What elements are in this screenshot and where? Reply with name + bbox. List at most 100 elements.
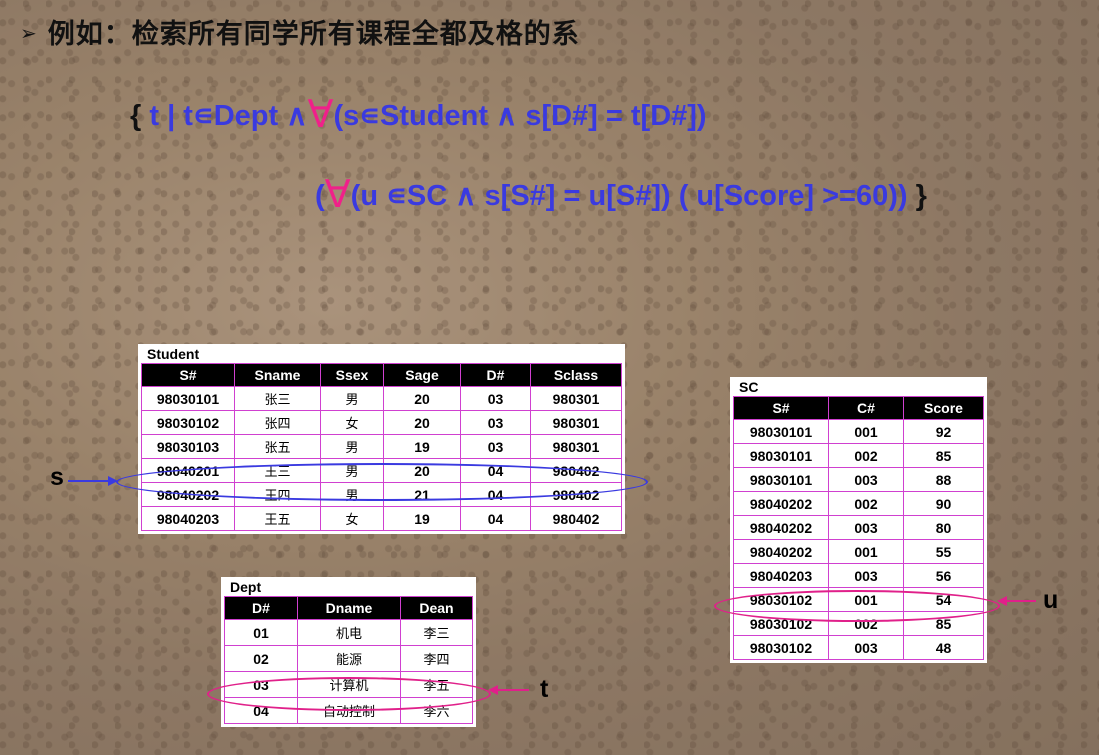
table-cell: 98040202 bbox=[733, 491, 829, 516]
table-cell: 98040202 bbox=[733, 539, 829, 564]
table-cell: 02 bbox=[224, 645, 298, 672]
table-cell: 张四 bbox=[234, 410, 321, 435]
s-label: s bbox=[50, 463, 64, 491]
table-cell: 003 bbox=[828, 563, 904, 588]
table-cell: 男 bbox=[320, 386, 384, 411]
table-cell: 48 bbox=[903, 635, 984, 660]
table-cell: 20 bbox=[383, 386, 461, 411]
table-cell: 980402 bbox=[530, 506, 622, 531]
table-row: 98030101 002 85 bbox=[733, 443, 984, 468]
table-cell: 19 bbox=[383, 506, 461, 531]
table-row: 98030103 张五男 19 03 980301 bbox=[141, 434, 622, 459]
table-cell: 女 bbox=[320, 410, 384, 435]
table-cell: 王五 bbox=[234, 506, 321, 531]
table-cell: 98030101 bbox=[733, 467, 829, 492]
table-cell: 85 bbox=[903, 443, 984, 468]
column-header: C# bbox=[828, 396, 904, 420]
s-row-highlight-ellipse bbox=[116, 463, 648, 501]
table-cell: 88 bbox=[903, 467, 984, 492]
table-cell: 92 bbox=[903, 419, 984, 444]
table-row: 98040202 003 80 bbox=[733, 515, 984, 540]
t-label: t bbox=[540, 675, 549, 703]
column-header: Score bbox=[903, 396, 984, 420]
table-cell: 001 bbox=[828, 419, 904, 444]
formula-brace-open: { bbox=[130, 100, 142, 132]
table-cell: 90 bbox=[903, 491, 984, 516]
table-cell: 98040202 bbox=[733, 515, 829, 540]
table-cell: 04 bbox=[460, 506, 531, 531]
table-cell: 56 bbox=[903, 563, 984, 588]
column-header: Sclass bbox=[530, 363, 622, 387]
t-row-highlight-ellipse bbox=[207, 677, 491, 711]
column-header: D# bbox=[224, 596, 298, 620]
table-cell: 03 bbox=[460, 386, 531, 411]
table-cell: 李三 bbox=[400, 619, 473, 646]
column-header: S# bbox=[141, 363, 235, 387]
table-cell: 03 bbox=[460, 410, 531, 435]
table-row: 98030101 张三男 20 03 980301 bbox=[141, 386, 622, 411]
table-row: 98030102 003 48 bbox=[733, 635, 984, 660]
dept-table-caption: Dept bbox=[230, 579, 262, 595]
table-cell: 98030102 bbox=[733, 635, 829, 660]
table-cell: 20 bbox=[383, 410, 461, 435]
table-cell: 003 bbox=[828, 635, 904, 660]
table-cell: 01 bbox=[224, 619, 298, 646]
table-cell: 女 bbox=[320, 506, 384, 531]
table-row: 98030102 张四女 20 03 980301 bbox=[141, 410, 622, 435]
table-cell: 机电 bbox=[297, 619, 401, 646]
s-arrow-head-icon bbox=[108, 476, 118, 486]
table-cell: 98030102 bbox=[141, 410, 235, 435]
table-cell: 能源 bbox=[297, 645, 401, 672]
t-arrow-line bbox=[497, 689, 529, 691]
table-cell: 98030101 bbox=[733, 443, 829, 468]
table-cell: 980301 bbox=[530, 410, 622, 435]
table-cell: 03 bbox=[460, 434, 531, 459]
column-header: Ssex bbox=[320, 363, 384, 387]
u-row-highlight-ellipse bbox=[714, 590, 1000, 622]
column-header: Dname bbox=[297, 596, 401, 620]
bullet-icon: ➢ bbox=[20, 21, 38, 45]
student-table-panel: Student S# Sname Ssex Sage D# Sclass 980… bbox=[138, 344, 625, 534]
u-arrow-line bbox=[1006, 600, 1036, 602]
table-cell: 98040203 bbox=[141, 506, 235, 531]
column-header: S# bbox=[733, 396, 829, 420]
table-row: 98040202 001 55 bbox=[733, 539, 984, 564]
table-row: 02 能源 李四 bbox=[224, 645, 473, 672]
table-cell: 98030103 bbox=[141, 434, 235, 459]
table-cell: 张五 bbox=[234, 434, 321, 459]
formula-line-2-part: (u ∊SC ∧ s[S#] = u[S#]) ( u[Score] >=60)… bbox=[350, 180, 908, 212]
table-row: 01 机电 李三 bbox=[224, 619, 473, 646]
formula-brace-close: } bbox=[907, 180, 927, 212]
student-table-caption: Student bbox=[147, 346, 200, 362]
column-header: Dean bbox=[400, 596, 473, 620]
column-header: D# bbox=[460, 363, 531, 387]
table-row: 98030101 001 92 bbox=[733, 419, 984, 444]
sc-table-caption: SC bbox=[739, 379, 759, 395]
column-header: Sname bbox=[234, 363, 321, 387]
table-row: 98040203 王五女 19 04 980402 bbox=[141, 506, 622, 531]
formula-line-2-paren: ( bbox=[315, 180, 325, 212]
forall-icon: ∀ bbox=[307, 94, 334, 136]
table-cell: 002 bbox=[828, 443, 904, 468]
table-cell: 80 bbox=[903, 515, 984, 540]
s-arrow-line bbox=[68, 480, 112, 482]
student-table: S# Sname Ssex Sage D# Sclass 98030101 张三男… bbox=[141, 363, 622, 531]
formula-line-2: (∀(u ∊SC ∧ s[S#] = u[S#]) ( u[Score] >=6… bbox=[315, 172, 927, 217]
table-cell: 98030101 bbox=[141, 386, 235, 411]
forall-icon: ∀ bbox=[324, 174, 351, 216]
slide-title: ➢ 例如：检索所有同学所有课程全都及格的系 bbox=[20, 12, 580, 51]
table-cell: 98040203 bbox=[733, 563, 829, 588]
title-text: 例如：检索所有同学所有课程全都及格的系 bbox=[47, 19, 580, 50]
table-cell: 001 bbox=[828, 539, 904, 564]
table-cell: 980301 bbox=[530, 386, 622, 411]
table-cell: 张三 bbox=[234, 386, 321, 411]
formula-line-1: { t | t∊Dept ∧∀(s∊Student ∧ s[D#] = t[D#… bbox=[130, 92, 707, 137]
formula-line-1-part-a: t | t∊Dept ∧ bbox=[141, 100, 308, 132]
table-cell: 980301 bbox=[530, 434, 622, 459]
table-cell: 002 bbox=[828, 491, 904, 516]
table-cell: 98030101 bbox=[733, 419, 829, 444]
column-header: Sage bbox=[383, 363, 461, 387]
table-cell: 003 bbox=[828, 467, 904, 492]
table-cell: 003 bbox=[828, 515, 904, 540]
table-cell: 19 bbox=[383, 434, 461, 459]
